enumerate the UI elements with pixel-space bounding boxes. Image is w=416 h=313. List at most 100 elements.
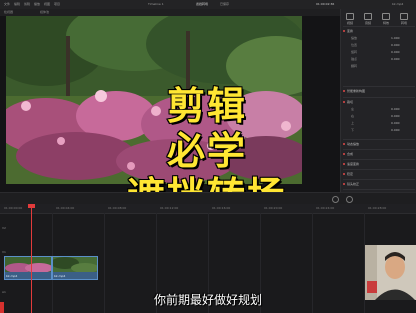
tab-audio-label: 音频 (364, 21, 371, 25)
ruler-tick: 01:00:16:00 (212, 206, 231, 210)
enabled-dot-icon (343, 183, 345, 185)
section-composite-label: 合成 (347, 152, 354, 156)
row-zoom-value[interactable]: 1.000 (391, 36, 400, 40)
menu-file[interactable]: 文件 (4, 2, 10, 6)
row-crop-bottom-label: 下 (351, 128, 355, 132)
panel-viewer-label[interactable]: 检视器 (4, 10, 13, 14)
row-crop-top-label: 上 (351, 121, 355, 125)
divider (343, 159, 415, 160)
menu-edit[interactable]: 编辑 (14, 2, 20, 6)
section-lens-correction-label: 镜头校正 (347, 182, 360, 186)
row-flip-label: 翻转 (351, 64, 358, 68)
ruler-tick: 01:00:04:00 (56, 206, 75, 210)
transition-icon (400, 13, 408, 20)
clip-thumbnail (53, 257, 97, 272)
ruler-tick: 01:00:12:00 (160, 206, 179, 210)
row-zoom-label: 缩放 (351, 36, 358, 40)
divider (343, 86, 415, 87)
divider (343, 169, 415, 170)
timeline-clip[interactable]: bk.mp4 (52, 256, 98, 280)
divider (343, 97, 415, 98)
tab-transition[interactable]: 转场 (397, 13, 411, 25)
audio-icon (364, 13, 372, 20)
row-rotation-label: 旋转 (351, 50, 358, 54)
enabled-dot-icon (343, 163, 345, 165)
ruler-tick: 01:00:20:00 (264, 206, 283, 210)
presenter-webcam (365, 245, 416, 300)
tab-video-label: 视频 (346, 21, 353, 25)
section-stabilization[interactable]: 稳定 (343, 172, 353, 176)
row-crop-top-value[interactable]: 0.000 (391, 121, 400, 125)
enabled-dot-icon (343, 173, 345, 175)
presenter-image (365, 245, 416, 300)
row-crop-left-label: 左 (351, 107, 355, 111)
enabled-dot-icon (343, 90, 345, 92)
clip-name: bk.mp4 (54, 274, 66, 278)
section-dynamic-zoom[interactable]: 动态缩放 (343, 142, 359, 146)
divider (343, 189, 415, 190)
row-anchor-value[interactable]: 0.000 (391, 57, 400, 61)
ruler-tick: 01:00:24:00 (316, 206, 335, 210)
row-crop-right-label: 右 (351, 114, 355, 118)
section-dynamic-zoom-label: 动态缩放 (347, 142, 360, 146)
effects-icon (382, 13, 390, 20)
loop-icon[interactable] (332, 196, 339, 203)
section-composite[interactable]: 合成 (343, 152, 353, 156)
section-smart-reframe[interactable]: 智能重新构图 (343, 89, 365, 93)
section-speed-change[interactable]: 速度变换 (343, 162, 359, 166)
tab-effects-label: 特效 (382, 21, 389, 25)
tab-transition-label: 转场 (400, 21, 407, 25)
divider (343, 26, 415, 27)
saved-status: 已保存 (220, 2, 230, 6)
section-stabilization-label: 稳定 (347, 172, 354, 176)
track-label-v1: V1 (2, 250, 6, 254)
divider (343, 179, 415, 180)
ruler-tick: 01:00:28:00 (368, 206, 387, 210)
timeline-clip[interactable]: bk.mp4 (4, 256, 52, 280)
row-rotation-value[interactable]: 0.000 (391, 50, 400, 54)
playhead[interactable] (31, 204, 32, 313)
video-icon (346, 13, 354, 20)
section-speed-change-label: 速度变换 (347, 162, 360, 166)
ruler-tick: 01:00:00:00 (4, 206, 23, 210)
app-title: 遮挡转场 (196, 2, 209, 6)
tab-effects[interactable]: 特效 (379, 13, 393, 25)
enabled-dot-icon (343, 30, 345, 32)
section-crop[interactable]: 裁切 (343, 100, 353, 104)
row-anchor-label: 锚点 (351, 57, 358, 61)
tab-audio[interactable]: 音频 (361, 13, 375, 25)
row-crop-left-value[interactable]: 0.000 (391, 107, 400, 111)
record-indicator (0, 302, 4, 313)
clip-name: bk.mp4 (6, 274, 18, 278)
enabled-dot-icon (343, 101, 345, 103)
row-crop-bottom-value[interactable]: 0.000 (391, 128, 400, 132)
clip-thumbnail (5, 257, 51, 272)
video-editor-window: 文件 编辑 剪辑 播放 视图 项目 Timeline 1 遮挡转场 已保存 01… (0, 0, 416, 313)
enabled-dot-icon (343, 153, 345, 155)
divider (343, 149, 415, 150)
row-position-value[interactable]: 0.000 (391, 43, 400, 47)
menu-project[interactable]: 项目 (54, 2, 60, 6)
menu-view[interactable]: 视图 (44, 2, 50, 6)
section-smart-reframe-label: 智能重新构图 (347, 89, 366, 93)
overlay-title-line-2: 必学 (166, 129, 247, 173)
file-name: bk.mp4 (392, 2, 404, 6)
menu-playback[interactable]: 播放 (34, 2, 40, 6)
section-crop-label: 裁切 (347, 100, 354, 104)
timeline-name[interactable]: Timeline 1 (148, 2, 164, 6)
inspector-panel: 视频 音频 特效 转场 变换 缩放 1.000 位置 0.000 旋转 0.00… (340, 9, 416, 213)
ruler-tick: 01:00:08:00 (108, 206, 127, 210)
row-position-label: 位置 (351, 43, 358, 47)
divider (343, 139, 415, 140)
enabled-dot-icon (343, 143, 345, 145)
overlay-title-line-1: 剪辑 (166, 84, 247, 128)
section-transform[interactable]: 变换 (343, 29, 353, 33)
menu-clip[interactable]: 剪辑 (24, 2, 30, 6)
section-lens-correction[interactable]: 镜头校正 (343, 182, 359, 186)
subtitle-caption: 你前期最好做好规划 (153, 293, 262, 307)
tab-video[interactable]: 视频 (343, 13, 357, 25)
fullscreen-icon[interactable] (346, 196, 353, 203)
panel-mediapool-label[interactable]: 媒体池 (40, 10, 49, 14)
section-transform-label: 变换 (347, 29, 354, 33)
row-crop-right-value[interactable]: 0.000 (391, 114, 400, 118)
